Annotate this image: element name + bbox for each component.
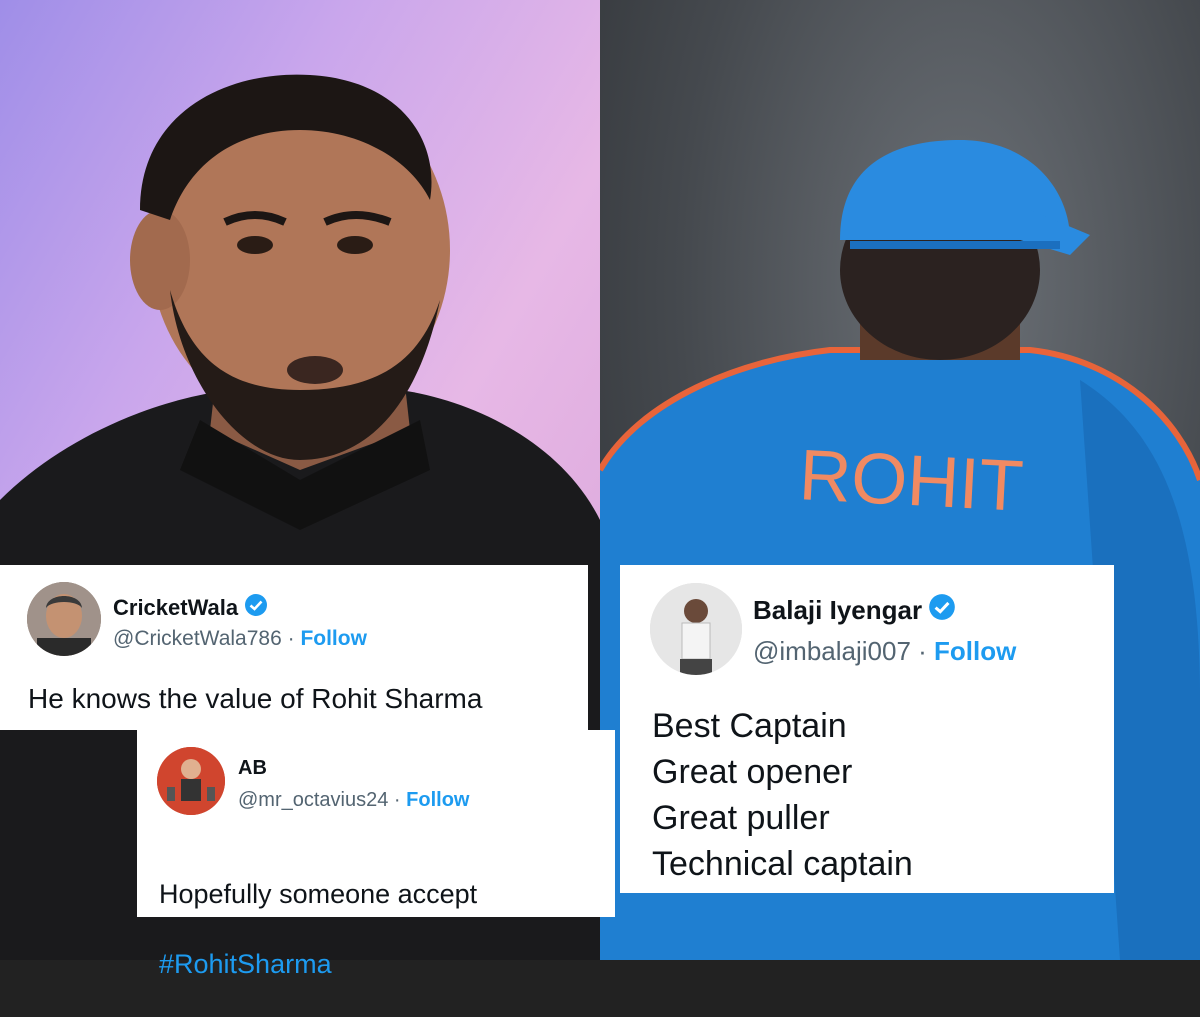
tweet-handle-line: @imbalaji007 · Follow	[753, 636, 1016, 667]
follow-button[interactable]: Follow	[406, 789, 469, 811]
avatar-image	[157, 747, 225, 815]
avatar-image	[650, 583, 742, 675]
tweet-author-name[interactable]: Balaji Iyengar	[753, 593, 956, 628]
tweet-card-ab: AB @mr_octavius24 · Follow Hopefully som…	[137, 730, 615, 979]
author-name-text: AB	[238, 757, 267, 779]
author-name-text: Balaji Iyengar	[753, 595, 923, 625]
hashtag-link[interactable]: #RohitSharma	[159, 947, 477, 982]
separator: ·	[910, 636, 935, 666]
avatar-image	[27, 582, 101, 656]
tweet-card-cricketwala: CricketWala @CricketWala786 · Follow He …	[0, 565, 588, 730]
avatar[interactable]	[27, 582, 101, 656]
tweet-handle-line: @CricketWala786 · Follow	[113, 627, 367, 651]
separator: ·	[281, 627, 301, 650]
author-name-text: CricketWala	[113, 595, 239, 620]
tweet-handle[interactable]: @mr_octavius24	[238, 789, 388, 811]
separator: ·	[388, 789, 407, 811]
verified-badge-icon	[244, 593, 268, 623]
tweet-handle[interactable]: @CricketWala786	[113, 627, 282, 650]
avatar[interactable]	[650, 583, 742, 675]
follow-button[interactable]: Follow	[934, 636, 1016, 666]
tweet-text: Hopefully someone accept #RohitSharma	[159, 842, 477, 1017]
follow-button[interactable]: Follow	[300, 627, 367, 650]
jersey-text: ROHIT	[797, 435, 1025, 527]
tweet-author-name[interactable]: AB	[238, 757, 267, 780]
tweet-handle-line: @mr_octavius24 · Follow	[238, 789, 469, 812]
avatar[interactable]	[157, 747, 225, 815]
tweet-author-name[interactable]: CricketWala	[113, 593, 268, 623]
verified-badge-icon	[928, 593, 956, 628]
tweet-text: He knows the value of Rohit Sharma	[28, 683, 483, 714]
tweet-text: Best Captain Great opener Great puller T…	[652, 707, 913, 883]
tweet-card-balaji: Balaji Iyengar @imbalaji007 · Follow Bes…	[620, 565, 1114, 893]
tweet-text-line: Hopefully someone accept	[159, 879, 478, 909]
tweet-handle[interactable]: @imbalaji007	[753, 636, 911, 666]
